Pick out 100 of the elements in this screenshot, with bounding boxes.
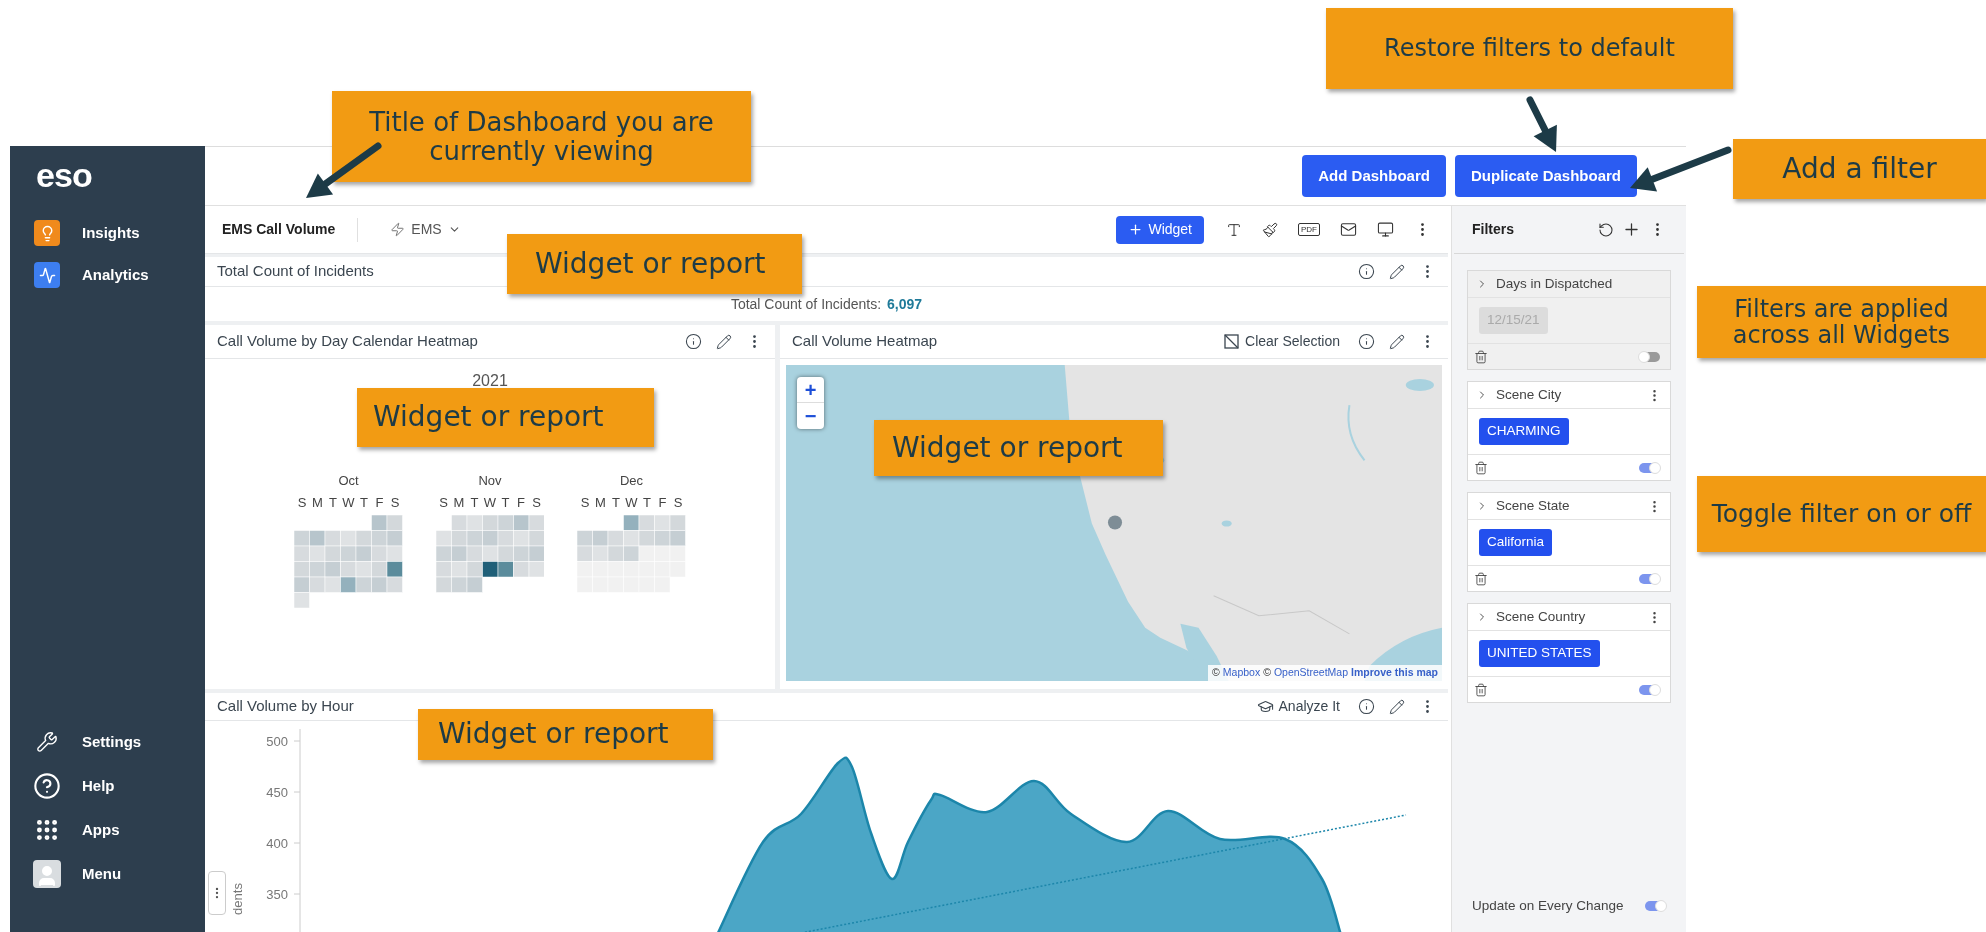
weekday-label: T bbox=[611, 493, 621, 512]
weekday-label: S bbox=[672, 493, 684, 512]
clear-selection-icon bbox=[1224, 334, 1240, 349]
weekday-label: W bbox=[341, 493, 356, 512]
category-dropdown[interactable]: EMS bbox=[390, 219, 461, 240]
reset-icon[interactable] bbox=[1598, 221, 1614, 238]
toggle-switch[interactable] bbox=[1645, 900, 1666, 911]
weekday-label: W bbox=[482, 493, 498, 512]
weekday-label: F bbox=[516, 493, 526, 512]
axis-tick-label: 500 bbox=[266, 734, 288, 749]
text-icon[interactable] bbox=[1226, 221, 1242, 238]
attribution-link[interactable]: OpenStreetMap bbox=[1273, 665, 1349, 681]
weekday-label: T bbox=[359, 493, 369, 512]
callout: Widget or report bbox=[357, 388, 654, 447]
callout: Add a filter bbox=[1733, 139, 1986, 199]
zoom-out-button[interactable]: − bbox=[797, 403, 824, 429]
month-label: Nov bbox=[478, 472, 502, 490]
toggle-switch[interactable] bbox=[1639, 462, 1660, 473]
filter-label: Scene State bbox=[1496, 496, 1570, 515]
paintbrush-icon[interactable] bbox=[1262, 221, 1278, 238]
edit-icon[interactable] bbox=[1389, 263, 1405, 280]
weekday-label: T bbox=[469, 493, 480, 512]
toggle-switch[interactable] bbox=[1639, 684, 1660, 695]
callout: Widget or report bbox=[507, 234, 802, 294]
edit-icon[interactable] bbox=[716, 333, 732, 350]
year-label: 2021 bbox=[472, 371, 508, 391]
callout: Widget or report bbox=[874, 420, 1163, 476]
monitor-icon[interactable] bbox=[1377, 221, 1394, 238]
attribution-link[interactable]: Mapbox bbox=[1222, 665, 1261, 681]
axis-tick-label: 450 bbox=[266, 785, 288, 800]
trash-icon[interactable] bbox=[1474, 682, 1488, 697]
weekday-label: F bbox=[657, 493, 668, 512]
lightning-icon bbox=[390, 222, 406, 237]
sidebar-item[interactable]: Apps bbox=[10, 812, 205, 848]
info-icon[interactable] bbox=[685, 333, 702, 350]
weekday-label: S bbox=[579, 493, 591, 512]
filter-label: Scene Country bbox=[1496, 607, 1586, 626]
clear-selection-button[interactable]: Clear Selection bbox=[1224, 331, 1340, 352]
weekday-label: F bbox=[374, 493, 385, 512]
callout: Widget or report bbox=[418, 709, 713, 760]
trash-icon[interactable] bbox=[1474, 571, 1488, 586]
info-icon[interactable] bbox=[1358, 333, 1375, 350]
header-button[interactable]: Duplicate Dashboard bbox=[1454, 155, 1637, 197]
weekday-label: T bbox=[328, 493, 338, 512]
info-icon[interactable] bbox=[1358, 698, 1375, 715]
weekday-label: T bbox=[642, 493, 652, 512]
avatar-icon bbox=[33, 860, 61, 888]
month-label: Oct bbox=[338, 472, 359, 490]
sidebar-item[interactable]: Insights bbox=[10, 215, 205, 251]
trash-icon[interactable] bbox=[1474, 460, 1488, 475]
callout: Restore filters to default bbox=[1326, 8, 1733, 89]
sidebar-item[interactable]: Settings bbox=[10, 724, 205, 760]
weekday-label: S bbox=[389, 493, 401, 512]
callout: Filters are applied across all Widgets bbox=[1697, 286, 1986, 358]
sidebar-item[interactable]: Help bbox=[10, 768, 205, 804]
lightbulb-icon bbox=[34, 220, 60, 246]
attribution-text: © bbox=[1263, 665, 1271, 681]
edit-icon[interactable] bbox=[1389, 333, 1405, 350]
edit-icon[interactable] bbox=[1389, 698, 1405, 715]
filter-value-chip: California bbox=[1479, 529, 1553, 556]
attribution-text: © bbox=[1212, 665, 1220, 681]
sidebar-item[interactable]: Analytics bbox=[10, 257, 205, 293]
weekday-label: M bbox=[311, 493, 324, 512]
weekday-label: T bbox=[500, 493, 511, 512]
add-widget-button[interactable]: Widget bbox=[1116, 215, 1204, 244]
axis-tick-label: 350 bbox=[266, 887, 288, 902]
widget-title: Call Volume by Day Calendar Heatmap bbox=[217, 331, 478, 352]
weekday-label: M bbox=[594, 493, 607, 512]
filter-value-chip: UNITED STATES bbox=[1479, 640, 1600, 667]
callout: Title of Dashboard you are currently viewing bbox=[332, 91, 751, 182]
help-icon bbox=[33, 772, 61, 800]
callout: Toggle filter on or off bbox=[1697, 476, 1986, 552]
plus-icon bbox=[1128, 222, 1144, 237]
filter-label: Scene City bbox=[1496, 385, 1562, 404]
sidebar-item[interactable]: Menu bbox=[10, 856, 205, 892]
chart-icon bbox=[34, 262, 60, 288]
pdf-button[interactable]: PDF bbox=[1298, 223, 1320, 236]
mail-icon[interactable] bbox=[1340, 221, 1357, 238]
info-icon[interactable] bbox=[1358, 263, 1375, 280]
axis-tick-label: 400 bbox=[266, 836, 288, 851]
analyze-button[interactable]: Analyze It bbox=[1256, 696, 1340, 717]
trash-icon[interactable] bbox=[1474, 349, 1488, 364]
header-button[interactable]: Add Dashboard bbox=[1302, 155, 1446, 197]
toggle-switch[interactable] bbox=[1639, 351, 1660, 362]
zoom-in-button[interactable]: + bbox=[797, 377, 824, 403]
widget-title: Total Count of Incidents bbox=[217, 261, 374, 282]
widget-title: Call Volume by Hour bbox=[217, 696, 354, 717]
weekday-label: M bbox=[452, 493, 466, 512]
attribution-link[interactable]: Improve this map bbox=[1351, 665, 1438, 681]
wrench-icon bbox=[36, 731, 58, 753]
kpi-value: 6,097 bbox=[887, 294, 923, 314]
weekday-label: S bbox=[438, 493, 449, 512]
filter-value-chip: CHARMING bbox=[1479, 418, 1569, 445]
update-label: Update on Every Change bbox=[1472, 896, 1624, 915]
weekday-label: S bbox=[531, 493, 542, 512]
add-filter-icon[interactable] bbox=[1622, 220, 1641, 239]
logo: eso bbox=[35, 155, 94, 196]
drag-handle[interactable] bbox=[208, 871, 226, 915]
weekday-label: W bbox=[624, 493, 639, 512]
toggle-switch[interactable] bbox=[1639, 573, 1660, 584]
